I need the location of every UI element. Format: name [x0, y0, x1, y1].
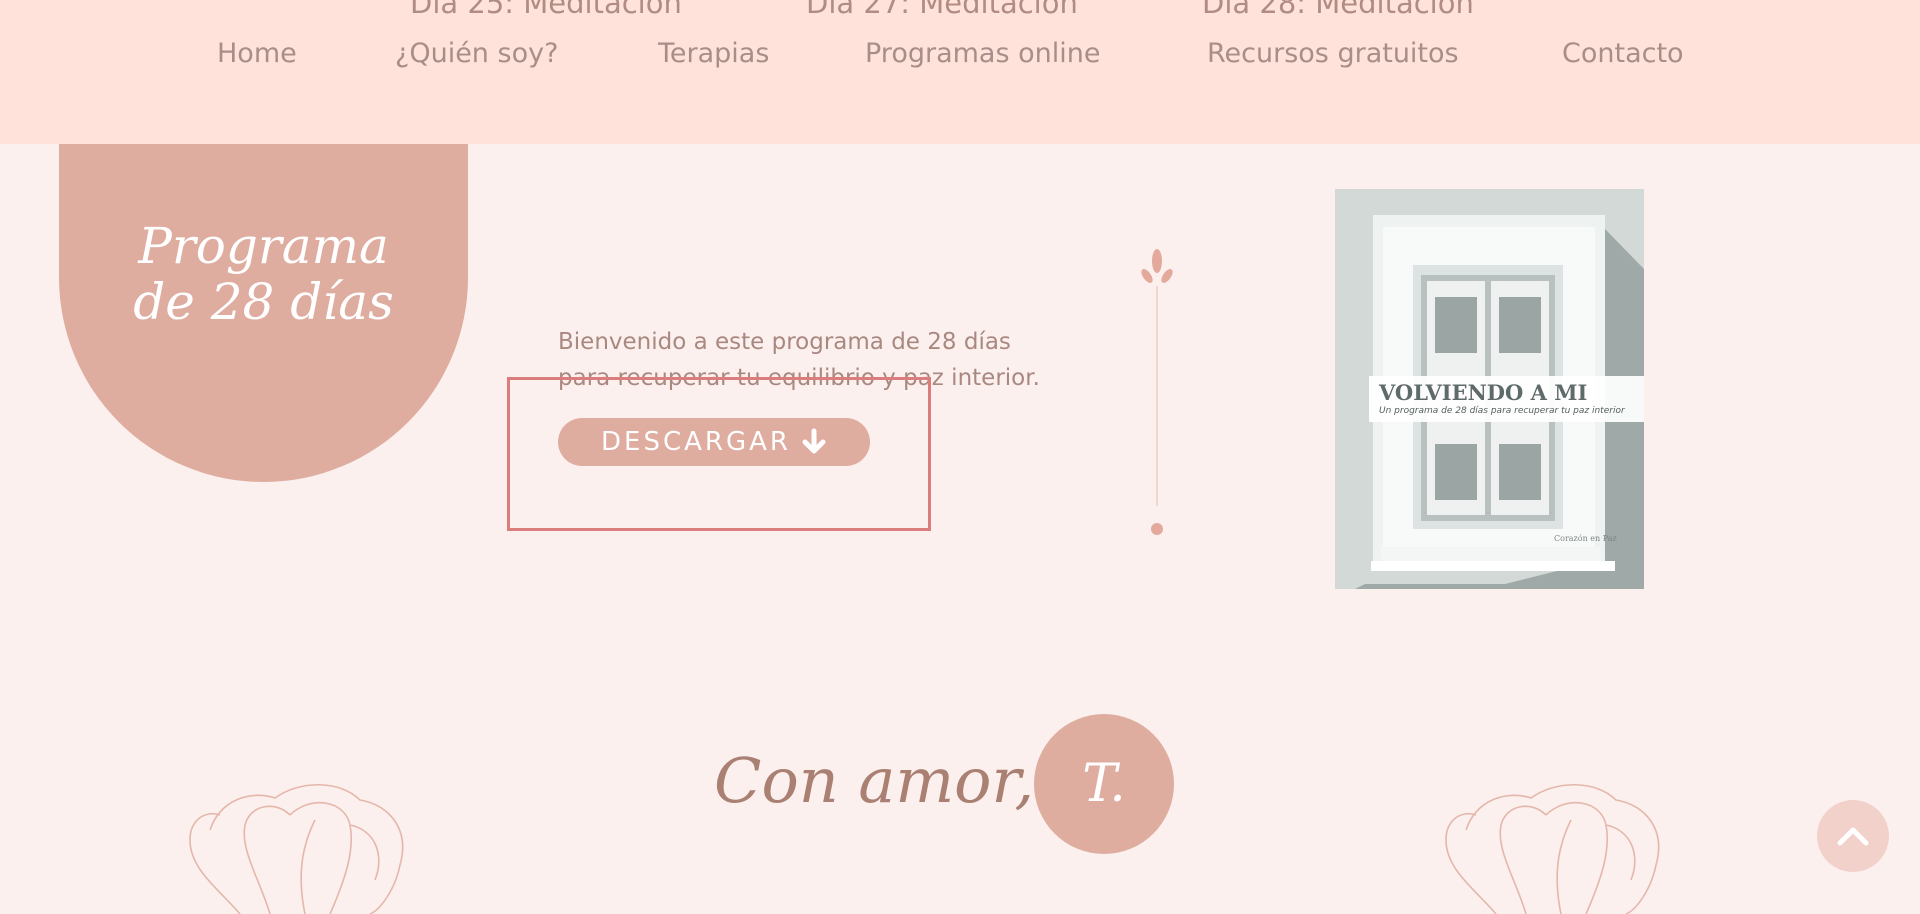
- main-nav: Home ¿Quién soy? Terapias Programas onli…: [0, 38, 1920, 78]
- nav-item-quien-soy[interactable]: ¿Quién soy?: [395, 38, 558, 69]
- signature-initial-badge: T.: [1034, 714, 1174, 854]
- signature-text: Con amor,: [714, 744, 1035, 817]
- flower-outline-icon: [189, 783, 404, 914]
- nav-item-recursos-gratuitos[interactable]: Recursos gratuitos: [1207, 38, 1459, 69]
- program-title: Programa de 28 días: [59, 218, 468, 330]
- book-title: VOLVIENDO A MI: [1379, 380, 1588, 405]
- welcome-line-1: Bienvenido a este programa de 28 días: [558, 329, 1011, 355]
- flower-outline-icon: [1445, 783, 1660, 914]
- submenu-item-dia-28[interactable]: Día 28: Meditación: [1202, 0, 1474, 20]
- book-brand: Corazón en Paz: [1554, 534, 1617, 543]
- decorative-divider-icon: [1141, 249, 1173, 535]
- site-header: Día 25: Meditación Día 27: Meditación Dí…: [0, 0, 1920, 144]
- program-title-arch: Programa de 28 días: [59, 144, 468, 482]
- program-title-line-1: Programa: [138, 217, 389, 275]
- book-subtitle: Un programa de 28 días para recuperar tu…: [1379, 406, 1625, 416]
- chevron-up-icon: [1837, 827, 1869, 846]
- highlight-box: [507, 377, 931, 531]
- program-title-line-2: de 28 días: [133, 273, 394, 331]
- book-title-band: VOLVIENDO A MI Un programa de 28 días pa…: [1369, 376, 1644, 422]
- nav-item-terapias[interactable]: Terapias: [658, 38, 769, 69]
- scroll-to-top-button[interactable]: [1817, 800, 1889, 872]
- submenu-item-dia-27[interactable]: Día 27: Meditación: [806, 0, 1078, 20]
- nav-item-contacto[interactable]: Contacto: [1562, 38, 1684, 69]
- signature-initial: T.: [1082, 754, 1126, 814]
- submenu-row: Día 25: Meditación Día 27: Meditación Dí…: [0, 0, 1920, 26]
- book-cover-image: VOLVIENDO A MI Un programa de 28 días pa…: [1335, 189, 1644, 589]
- nav-item-home[interactable]: Home: [217, 38, 297, 69]
- nav-item-programas-online[interactable]: Programas online: [865, 38, 1100, 69]
- submenu-item-dia-25[interactable]: Día 25: Meditación: [410, 0, 682, 20]
